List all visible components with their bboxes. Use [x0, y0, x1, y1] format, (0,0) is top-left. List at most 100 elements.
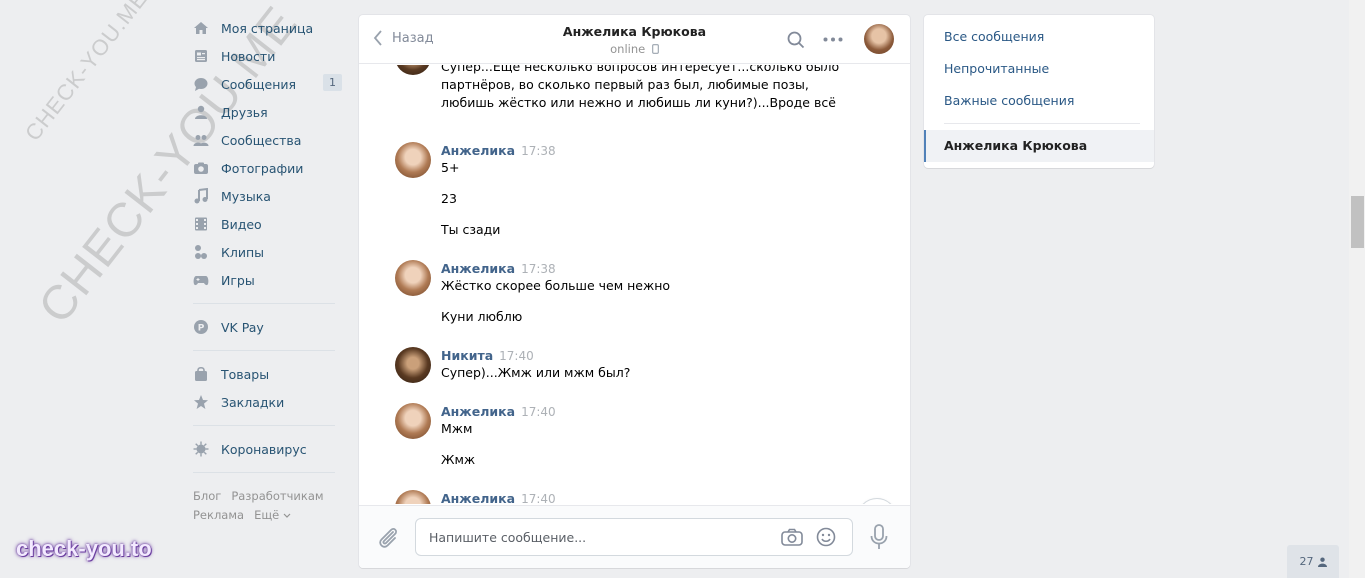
messages-icon	[194, 78, 208, 91]
message-time[interactable]: 17:40	[499, 349, 534, 363]
music-icon	[194, 188, 208, 204]
menu-item-video[interactable]: Видео	[193, 210, 343, 238]
svg-text:P: P	[198, 324, 205, 334]
menu-item-coronavirus[interactable]: Коронавирус	[193, 435, 343, 463]
home-icon	[194, 22, 208, 34]
camera-icon[interactable]	[781, 528, 803, 546]
message-text: 5+	[441, 160, 460, 175]
menu-item-label: Сообщества	[221, 132, 302, 148]
avatar[interactable]	[395, 347, 431, 383]
avatar[interactable]	[395, 403, 431, 439]
menu-item-games[interactable]: Игры	[193, 266, 343, 294]
online-friends-count: 27	[1299, 555, 1314, 568]
attach-icon[interactable]	[377, 526, 399, 550]
menu-item-label: Новости	[221, 48, 276, 64]
message-author[interactable]: Никита	[441, 348, 493, 363]
avatar[interactable]	[395, 65, 431, 75]
chat-panel: Назад Анжелика Крюкова online Супер...Ещ…	[359, 15, 910, 568]
person-icon	[1317, 557, 1327, 567]
chat-status: online	[359, 42, 910, 56]
message-author[interactable]: Анжелика	[441, 261, 515, 276]
menu-item-goods[interactable]: Товары	[193, 360, 343, 388]
menu-item-label: Моя страница	[221, 20, 314, 36]
menu-item-messages[interactable]: Сообщения 1	[193, 70, 343, 98]
message-composer: Напишите сообщение...	[359, 505, 910, 568]
star-icon	[194, 395, 208, 409]
menu-divider	[193, 472, 335, 473]
message-author[interactable]: Анжелика	[441, 404, 515, 419]
header-avatar[interactable]	[864, 24, 894, 54]
avatar[interactable]	[395, 260, 431, 296]
menu-divider	[193, 350, 335, 351]
menu-item-label: Фотографии	[221, 160, 304, 176]
message-author[interactable]: Анжелика	[441, 491, 515, 504]
avatar[interactable]	[395, 490, 431, 504]
selected-conversation[interactable]: Анжелика Крюкова	[924, 130, 1154, 162]
menu-item-bookmarks[interactable]: Закладки	[193, 388, 343, 416]
online-friends-button[interactable]: 27	[1287, 545, 1339, 578]
search-icon[interactable]	[787, 31, 805, 49]
menu-item-clips[interactable]: Клипы	[193, 238, 343, 266]
menu-item-label: Музыка	[221, 188, 271, 204]
message-text: Жёстко скорее больше чем нежно	[441, 278, 671, 293]
unread-count-badge: 1	[323, 74, 342, 91]
scroll-down-button[interactable]	[857, 498, 897, 504]
footer-link-ads[interactable]: Реклама	[193, 508, 244, 522]
menu-item-my-page[interactable]: Моя страница	[193, 14, 343, 42]
menu-item-vkpay[interactable]: P VK Pay	[193, 313, 343, 341]
clips-icon	[195, 245, 207, 259]
message-time[interactable]: 17:38	[521, 262, 556, 276]
message-input[interactable]: Напишите сообщение...	[415, 518, 853, 556]
selected-conversation-label: Анжелика Крюкова	[944, 138, 1088, 153]
message-author[interactable]: Анжелика	[441, 143, 515, 158]
more-icon[interactable]	[823, 37, 843, 42]
page-scrollbar-thumb[interactable]	[1351, 196, 1364, 248]
footer-link-blog[interactable]: Блог	[193, 489, 221, 503]
menu-item-label: Видео	[221, 216, 262, 232]
menu-item-friends[interactable]: Друзья	[193, 98, 343, 126]
message-text: 23	[441, 191, 457, 206]
message-time[interactable]: 17:40	[521, 492, 556, 504]
brand-watermark: check-you.to	[16, 536, 152, 561]
message-text: любишь жёстко или нежно и любишь ли куни…	[441, 95, 836, 110]
menu-item-news[interactable]: Новости	[193, 42, 343, 70]
menu-item-photos[interactable]: Фотографии	[193, 154, 343, 182]
menu-item-music[interactable]: Музыка	[193, 182, 343, 210]
footer-links: Блог Разработчикам Реклама Ещё	[193, 487, 343, 525]
page-scrollbar-track[interactable]	[1349, 0, 1365, 578]
video-icon	[195, 217, 207, 231]
message-text: Жмж	[441, 452, 476, 467]
avatar[interactable]	[395, 142, 431, 178]
filter-divider	[944, 123, 1140, 124]
menu-item-label: Закладки	[221, 394, 285, 410]
message-input-placeholder: Напишите сообщение...	[429, 530, 587, 545]
footer-link-developers[interactable]: Разработчикам	[231, 489, 323, 503]
message-history[interactable]: Супер...Еще несколько вопросов интересуе…	[359, 65, 910, 504]
menu-divider	[193, 425, 335, 426]
virus-icon	[193, 441, 209, 457]
footer-link-more[interactable]: Ещё	[254, 508, 291, 522]
menu-item-label: Товары	[221, 366, 270, 382]
message-text: партнёров, во сколько первый раз был, лю…	[441, 77, 809, 92]
filter-important[interactable]: Важные сообщения	[944, 93, 1074, 108]
message-time[interactable]: 17:38	[521, 144, 556, 158]
emoji-icon[interactable]	[816, 527, 836, 547]
microphone-icon[interactable]	[870, 524, 888, 550]
message-time[interactable]: 17:40	[521, 405, 556, 419]
menu-item-groups[interactable]: Сообщества	[193, 126, 343, 154]
menu-item-label: VK Pay	[221, 319, 264, 335]
menu-item-label: Сообщения	[221, 76, 297, 92]
menu-item-label: Коронавирус	[221, 441, 307, 457]
message-text: Ты сзади	[441, 222, 501, 237]
news-icon	[195, 50, 207, 62]
menu-divider	[193, 303, 335, 304]
chevron-down-icon	[283, 513, 291, 518]
vkpay-icon: P	[194, 320, 208, 334]
chat-header: Назад Анжелика Крюкова online	[359, 15, 910, 64]
filter-unread[interactable]: Непрочитанные	[944, 61, 1049, 76]
filter-all-messages[interactable]: Все сообщения	[944, 29, 1044, 44]
menu-item-label: Игры	[221, 272, 255, 288]
message-text: Супер...Еще несколько вопросов интересуе…	[441, 65, 840, 74]
message-text: Куни люблю	[441, 309, 523, 324]
groups-icon	[193, 135, 209, 146]
